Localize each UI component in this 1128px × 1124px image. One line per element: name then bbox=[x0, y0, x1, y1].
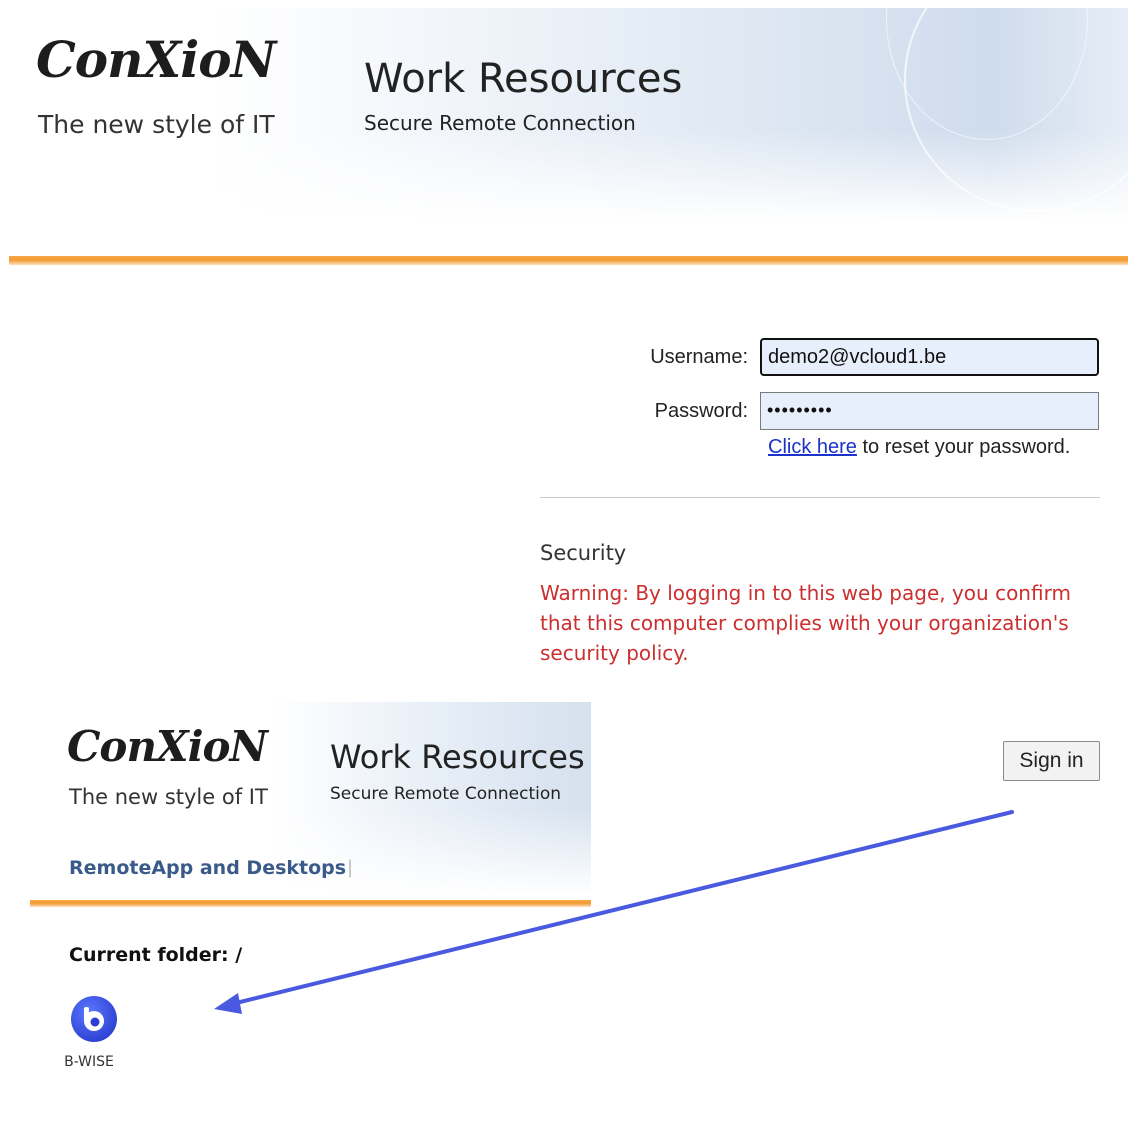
security-warning: Warning: By logging in to this web page,… bbox=[540, 581, 1071, 665]
password-field[interactable]: ••••••••• bbox=[760, 392, 1099, 430]
inset-divider-bar bbox=[30, 900, 591, 907]
page-subtitle: Secure Remote Connection bbox=[364, 111, 636, 135]
password-value: ••••••••• bbox=[767, 400, 833, 420]
inset-conxion-logo: ConXioN bbox=[67, 722, 268, 771]
nav-separator: | bbox=[347, 857, 354, 878]
username-value: demo2@vcloud1.be bbox=[768, 346, 947, 368]
reset-password-line: Click here to reset your password. bbox=[768, 436, 1070, 459]
username-label: Username: bbox=[650, 346, 748, 368]
remoteapp-preview: ConXioN The new style of IT Work Resourc… bbox=[9, 702, 591, 917]
current-folder-label: Current folder: / bbox=[69, 944, 243, 966]
logo-tagline: The new style of IT bbox=[38, 110, 275, 139]
inset-page-title: Work Resources bbox=[330, 738, 585, 776]
conxion-logo: ConXioN bbox=[36, 30, 276, 89]
inset-page-subtitle: Secure Remote Connection bbox=[330, 784, 562, 804]
page-title: Work Resources bbox=[364, 56, 683, 102]
b-wise-app-label: B-WISE bbox=[64, 1054, 114, 1070]
sign-in-button[interactable]: Sign in bbox=[1003, 741, 1100, 781]
form-divider bbox=[540, 497, 1100, 498]
reset-password-text: to reset your password. bbox=[856, 436, 1071, 458]
username-field[interactable]: demo2@vcloud1.be bbox=[760, 338, 1099, 376]
reset-password-link[interactable]: Click here bbox=[768, 436, 857, 458]
inset-logo-tagline: The new style of IT bbox=[69, 785, 268, 809]
b-wise-app-tile[interactable]: B-WISE bbox=[52, 995, 132, 1075]
nav-remoteapp-desktops[interactable]: RemoteApp and Desktops bbox=[69, 857, 346, 879]
header-divider-bar bbox=[9, 256, 1128, 265]
b-wise-app-icon bbox=[71, 996, 117, 1042]
password-label: Password: bbox=[654, 400, 748, 422]
security-heading: Security bbox=[540, 541, 627, 565]
